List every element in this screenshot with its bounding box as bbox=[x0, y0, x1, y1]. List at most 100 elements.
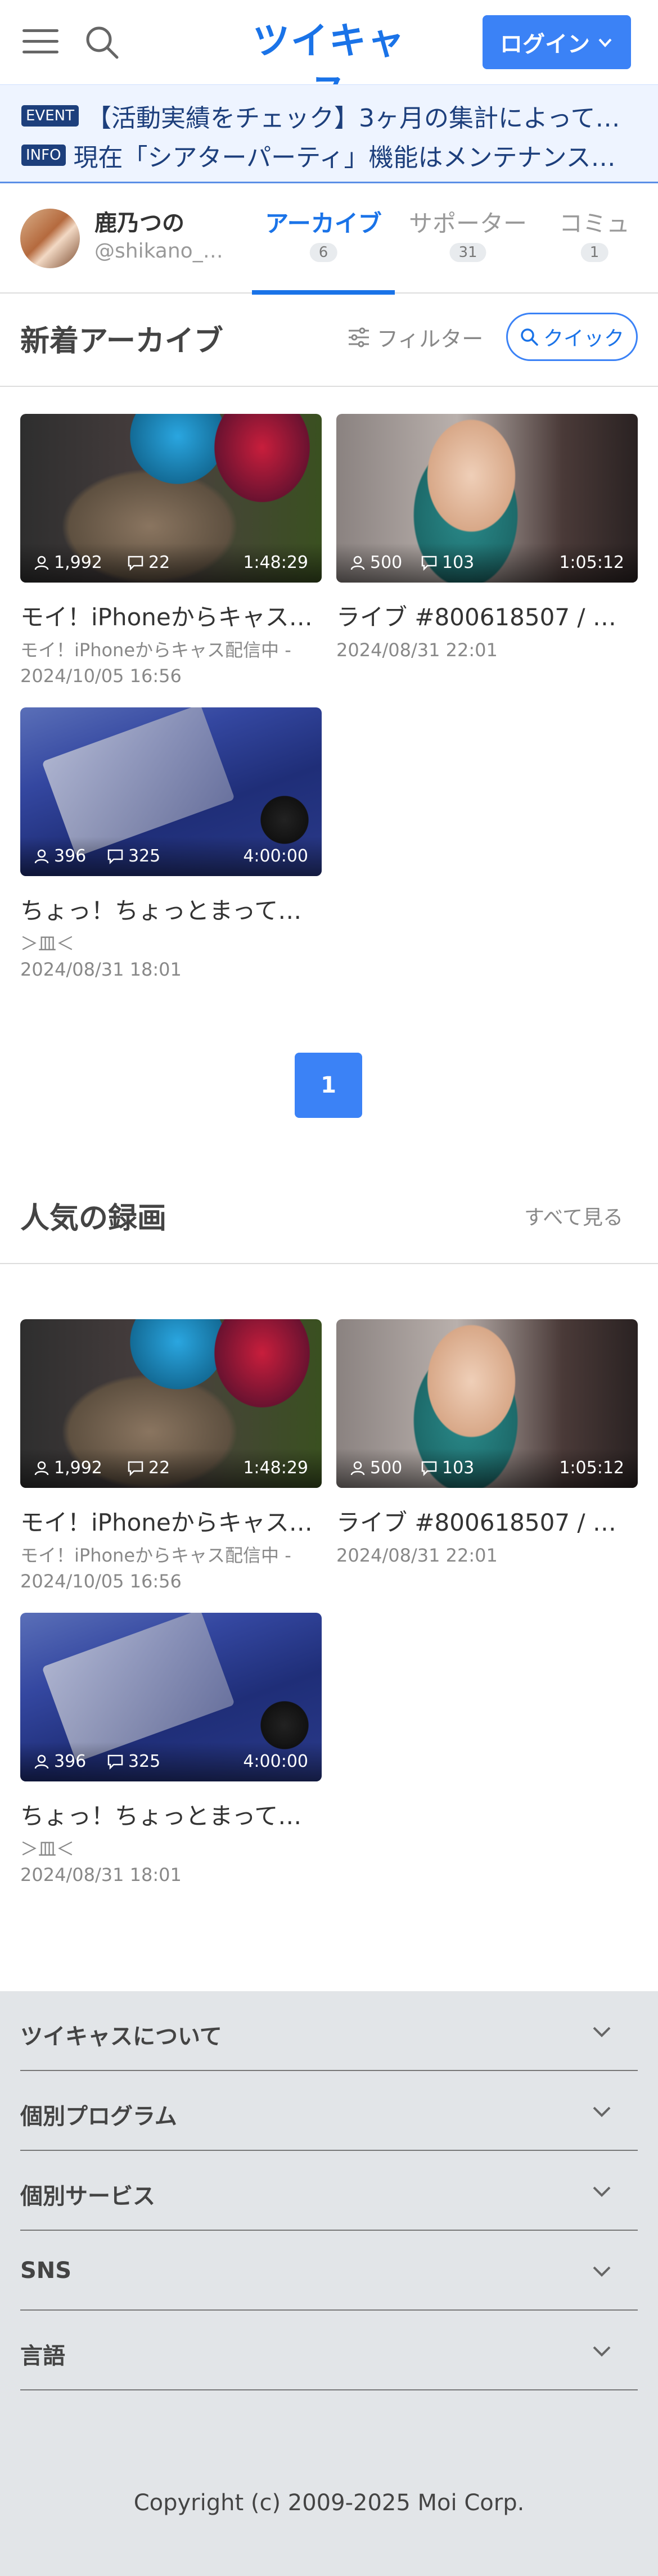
footer-accordion-language[interactable]: 言語 bbox=[20, 2311, 638, 2390]
video-date: 2024/08/31 18:01 bbox=[20, 959, 182, 980]
video-thumbnail[interactable]: 1,992 22 1:48:29 bbox=[20, 414, 322, 583]
archive-section-header: 新着アーカイブ フィルター クイック bbox=[0, 294, 658, 387]
accordion-label: 言語 bbox=[20, 2343, 65, 2369]
video-subtitle: モイ！iPhoneからキャス配信中 - bbox=[20, 1545, 291, 1566]
video-thumbnail[interactable]: 396 325 4:00:00 bbox=[20, 1613, 322, 1781]
chevron-down-icon bbox=[593, 2266, 611, 2277]
video-card[interactable]: 396 325 4:00:00 ちょっ！ちょっとまって… ＞皿＜ 2024/08… bbox=[20, 1613, 322, 1888]
video-duration: 4:00:00 bbox=[243, 846, 308, 866]
view-count: 396 bbox=[54, 1752, 87, 1771]
comment-count: 103 bbox=[442, 553, 475, 572]
tab-count: 1 bbox=[580, 243, 609, 262]
video-duration: 1:48:29 bbox=[243, 553, 308, 572]
pagination-page-1[interactable]: 1 bbox=[295, 1053, 362, 1118]
view-count: 500 bbox=[370, 1458, 403, 1478]
comment-icon bbox=[128, 556, 143, 571]
user-icon bbox=[350, 556, 365, 570]
video-date: 2024/08/31 18:01 bbox=[20, 1864, 182, 1885]
video-title[interactable]: ちょっ！ちょっとまって… bbox=[20, 1797, 322, 1831]
footer-accordion-sns[interactable]: SNS bbox=[20, 2231, 638, 2311]
filter-label: フィルター bbox=[377, 327, 484, 351]
quick-button[interactable]: クイック bbox=[506, 313, 638, 361]
search-icon[interactable] bbox=[83, 24, 120, 61]
user-icon bbox=[34, 849, 49, 863]
site-header: ツイキャス ログイン bbox=[0, 0, 658, 113]
footer-accordion-services[interactable]: 個別サービス bbox=[20, 2151, 638, 2231]
video-thumbnail[interactable]: 396 325 4:00:00 bbox=[20, 707, 322, 876]
quick-label: クイック bbox=[543, 327, 624, 350]
notice-text: 現在「シアターパーティ」機能はメンテナンス中です bbox=[73, 143, 640, 172]
popular-section-header: 人気の録画 すべて見る bbox=[0, 1171, 658, 1264]
tab-supporters[interactable]: サポーター 31 bbox=[400, 183, 535, 294]
video-duration: 1:05:12 bbox=[559, 553, 624, 572]
video-date: 2024/08/31 22:01 bbox=[336, 1545, 498, 1566]
copyright: Copyright (c) 2009-2025 Moi Corp. bbox=[133, 2490, 525, 2516]
video-title[interactable]: モイ！iPhoneからキャス配信中 - bbox=[20, 598, 322, 633]
profile-handle: @shikano_tsuno bbox=[94, 240, 224, 263]
comment-count: 103 bbox=[442, 1458, 475, 1478]
accordion-label: SNS bbox=[20, 2258, 72, 2284]
notice-text: 【活動実績をチェック】3ヶ月の集計によって公開されています bbox=[86, 104, 640, 133]
user-icon bbox=[350, 1461, 365, 1475]
filter-button[interactable]: フィルター bbox=[348, 322, 483, 353]
profile-name[interactable]: 鹿乃つの bbox=[94, 205, 184, 237]
video-card[interactable]: 500 103 1:05:12 ライブ #800618507 / 鹿乃つの 20… bbox=[336, 1319, 638, 1568]
footer-accordion-about[interactable]: ツイキャスについて bbox=[20, 1991, 638, 2071]
footer-accordion-programs[interactable]: 個別プログラム bbox=[20, 2071, 638, 2151]
menu-icon[interactable] bbox=[22, 29, 58, 56]
video-title[interactable]: モイ！iPhoneからキャス配信中 - bbox=[20, 1504, 322, 1538]
user-icon bbox=[34, 1461, 49, 1475]
view-count: 500 bbox=[370, 553, 403, 572]
section-title: 人気の録画 bbox=[20, 1202, 167, 1235]
video-duration: 4:00:00 bbox=[243, 1752, 308, 1771]
view-count: 1,992 bbox=[54, 553, 102, 572]
video-card[interactable]: 500 103 1:05:12 ライブ #800618507 / 鹿乃つの 20… bbox=[336, 414, 638, 663]
notice-tag: INFO bbox=[21, 145, 66, 166]
site-logo[interactable]: ツイキャス bbox=[236, 16, 422, 113]
avatar[interactable] bbox=[20, 209, 80, 268]
video-thumbnail[interactable]: 500 103 1:05:12 bbox=[336, 414, 638, 583]
view-count: 1,992 bbox=[54, 1458, 102, 1478]
accordion-label: 個別プログラム bbox=[20, 2104, 177, 2130]
site-footer: ツイキャスについて 個別プログラム 個別サービス SNS 言語 Copyrigh… bbox=[0, 1991, 658, 2576]
comment-icon bbox=[421, 556, 437, 571]
video-thumbnail[interactable]: 1,992 22 1:48:29 bbox=[20, 1319, 322, 1488]
video-thumbnail[interactable]: 500 103 1:05:12 bbox=[336, 1319, 638, 1488]
video-duration: 1:48:29 bbox=[243, 1458, 308, 1478]
comment-count: 22 bbox=[148, 553, 170, 572]
video-card[interactable]: 1,992 22 1:48:29 モイ！iPhoneからキャス配信中 - モイ！… bbox=[20, 414, 322, 689]
video-title[interactable]: ライブ #800618507 / 鹿乃つの bbox=[336, 1504, 638, 1538]
tab-archive[interactable]: アーカイブ 6 bbox=[252, 183, 395, 295]
view-count: 396 bbox=[54, 846, 87, 866]
notice-tag: EVENT bbox=[21, 105, 79, 127]
notice-event[interactable]: EVENT 【活動実績をチェック】3ヶ月の集計によって公開されています bbox=[21, 96, 640, 136]
see-all-link[interactable]: すべて見る bbox=[524, 1201, 623, 1230]
tab-label: コミュ bbox=[558, 210, 630, 237]
profile-bar: 鹿乃つの @shikano_tsuno アーカイブ 6 サポーター 31 コミュ… bbox=[0, 183, 658, 295]
comment-icon bbox=[128, 1461, 143, 1476]
notice-bar: EVENT 【活動実績をチェック】3ヶ月の集計によって公開されています INFO… bbox=[0, 84, 658, 183]
accordion-label: ツイキャスについて bbox=[20, 2024, 222, 2050]
login-button[interactable]: ログイン bbox=[483, 15, 631, 69]
video-subtitle: ＞皿＜ bbox=[20, 1838, 75, 1860]
video-card[interactable]: 396 325 4:00:00 ちょっ！ちょっとまって… ＞皿＜ 2024/08… bbox=[20, 707, 322, 982]
user-icon bbox=[34, 1754, 49, 1769]
video-title[interactable]: ちょっ！ちょっとまって… bbox=[20, 892, 322, 926]
tab-label: サポーター bbox=[408, 210, 527, 237]
comment-icon bbox=[421, 1461, 437, 1476]
search-icon bbox=[521, 328, 538, 346]
video-duration: 1:05:12 bbox=[559, 1458, 624, 1478]
notice-info[interactable]: INFO 現在「シアターパーティ」機能はメンテナンス中です bbox=[21, 136, 640, 175]
tab-community[interactable]: コミュ 1 bbox=[547, 183, 642, 294]
video-card[interactable]: 1,992 22 1:48:29 モイ！iPhoneからキャス配信中 - モイ！… bbox=[20, 1319, 322, 1594]
chevron-down-icon bbox=[593, 2346, 611, 2357]
tab-count: 31 bbox=[449, 243, 486, 262]
tab-count: 6 bbox=[309, 243, 337, 262]
user-icon bbox=[34, 556, 49, 570]
filter-icon bbox=[349, 327, 369, 347]
video-subtitle: ＞皿＜ bbox=[20, 933, 75, 954]
video-date: 2024/10/05 16:56 bbox=[20, 1571, 182, 1592]
video-title[interactable]: ライブ #800618507 / 鹿乃つの bbox=[336, 598, 638, 633]
comment-icon bbox=[107, 1754, 123, 1770]
video-subtitle: モイ！iPhoneからキャス配信中 - bbox=[20, 639, 291, 661]
